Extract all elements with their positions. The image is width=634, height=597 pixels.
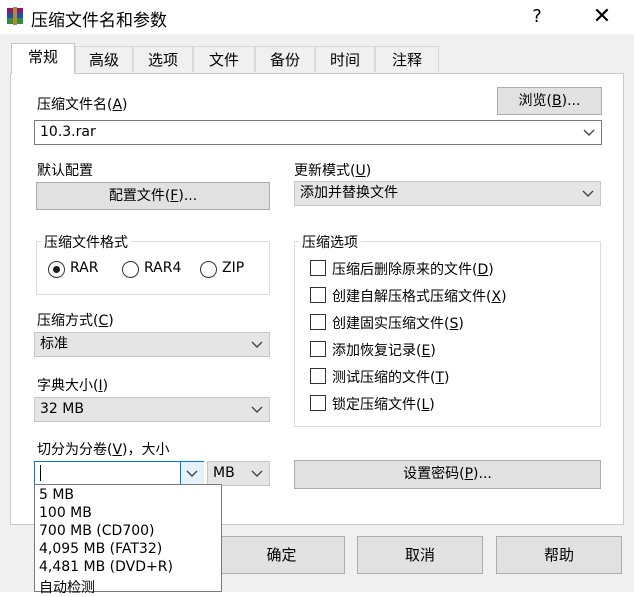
archive-name-label: 压缩文件名(A) (37, 97, 128, 113)
chevron-down-icon (186, 470, 198, 477)
help-title-button[interactable]: ? (524, 4, 550, 30)
radio-selected-icon (48, 261, 65, 278)
checkbox-icon (310, 314, 326, 330)
update-mode-select[interactable]: 添加并替换文件 (294, 181, 601, 206)
checkbox-icon (310, 260, 326, 276)
dropdown-option-700mb[interactable]: 700 MB (CD700) (39, 523, 155, 539)
chevron-down-icon (583, 129, 595, 136)
method-label: 压缩方式(C) (37, 313, 114, 329)
split-size-dropdown-list: 5 MB 100 MB 700 MB (CD700) 4,095 MB (FAT… (34, 484, 222, 596)
title-bar: 压缩文件名和参数 ? ✕ (0, 0, 634, 34)
format-rar-radio[interactable]: RAR (48, 260, 108, 280)
tab-comment[interactable]: 注释 (375, 46, 439, 72)
option-lock-archive[interactable]: 锁定压缩文件(L) (310, 394, 580, 414)
dropdown-option-4095mb[interactable]: 4,095 MB (FAT32) (39, 541, 162, 557)
tab-general[interactable]: 常规 (11, 43, 75, 74)
option-recovery-record[interactable]: 添加恢复记录(E) (310, 340, 580, 360)
format-zip-radio[interactable]: ZIP (200, 260, 254, 280)
format-rar4-radio[interactable]: RAR4 (122, 260, 188, 280)
set-password-button[interactable]: 设置密码(P)... (294, 460, 601, 489)
dict-size-label: 字典大小(I) (37, 378, 109, 394)
default-profile-label: 默认配置 (37, 163, 93, 179)
dropdown-option-100mb[interactable]: 100 MB (39, 505, 92, 521)
update-mode-value: 添加并替换文件 (300, 185, 398, 201)
chevron-down-icon (582, 190, 594, 197)
dict-size-select[interactable]: 32 MB (34, 397, 270, 422)
profiles-button[interactable]: 配置文件(F)... (36, 182, 270, 210)
archive-options-title: 压缩选项 (299, 232, 361, 252)
window-title: 压缩文件名和参数 (31, 11, 167, 31)
split-unit-select[interactable]: MB (207, 461, 270, 486)
winrar-icon (7, 7, 23, 25)
chevron-down-icon (251, 470, 263, 477)
method-value: 标准 (40, 336, 68, 352)
checkbox-icon (310, 341, 326, 357)
dropdown-option-autodetect[interactable]: 自动检测 (39, 577, 95, 597)
text-caret (40, 465, 41, 481)
dict-size-value: 32 MB (40, 401, 84, 417)
method-select[interactable]: 标准 (34, 332, 270, 357)
radio-icon (122, 261, 139, 278)
tab-advanced[interactable]: 高级 (75, 46, 133, 72)
option-test-files[interactable]: 测试压缩的文件(T) (310, 367, 580, 387)
archive-name-combobox[interactable]: 10.3.rar (34, 120, 602, 145)
tab-files[interactable]: 文件 (193, 46, 255, 72)
help-button[interactable]: 帮助 (496, 536, 622, 574)
ok-button[interactable]: 确定 (219, 536, 345, 574)
split-size-input[interactable] (34, 461, 204, 486)
archive-name-value: 10.3.rar (40, 124, 96, 140)
split-size-dropdown-button[interactable] (180, 462, 204, 485)
dropdown-option-5mb[interactable]: 5 MB (39, 487, 74, 503)
option-delete-after[interactable]: 压缩后删除原来的文件(D) (310, 259, 580, 279)
browse-button[interactable]: 浏览(B)... (497, 87, 602, 115)
option-create-solid[interactable]: 创建固实压缩文件(S) (310, 313, 580, 333)
tab-time[interactable]: 时间 (315, 46, 375, 72)
tab-options[interactable]: 选项 (133, 46, 193, 72)
tab-backup[interactable]: 备份 (255, 46, 315, 72)
split-label: 切分为分卷(V)，大小 (37, 442, 170, 458)
update-mode-label: 更新模式(U) (294, 163, 372, 179)
split-unit-value: MB (213, 465, 235, 481)
checkbox-icon (310, 368, 326, 384)
dropdown-option-4481mb[interactable]: 4,481 MB (DVD+R) (39, 559, 173, 575)
radio-icon (200, 261, 217, 278)
archive-format-title: 压缩文件格式 (41, 232, 131, 252)
close-button[interactable]: ✕ (588, 4, 616, 30)
option-create-sfx[interactable]: 创建自解压格式压缩文件(X) (310, 286, 580, 306)
chevron-down-icon (251, 406, 263, 413)
checkbox-icon (310, 395, 326, 411)
cancel-button[interactable]: 取消 (357, 536, 483, 574)
checkbox-icon (310, 287, 326, 303)
chevron-down-icon (251, 341, 263, 348)
